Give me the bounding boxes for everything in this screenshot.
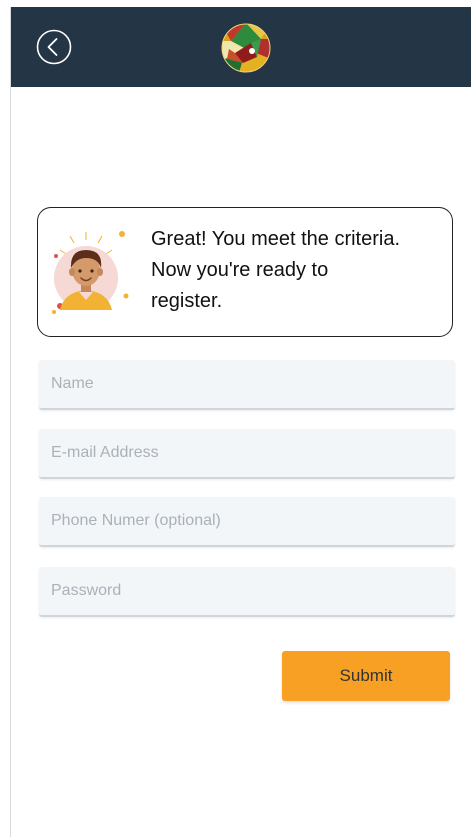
globe-logo-icon <box>221 23 271 73</box>
phone-input[interactable] <box>39 497 455 547</box>
email-input[interactable] <box>39 429 455 479</box>
eligibility-message-text: Great! You meet the criteria. Now you're… <box>151 224 451 317</box>
message-line-1: Great! You meet the criteria. <box>151 228 401 250</box>
password-input[interactable] <box>39 567 455 617</box>
header-bar <box>11 7 471 87</box>
submit-button[interactable]: Submit <box>282 651 450 701</box>
message-line-2: Now you're ready to <box>151 259 329 281</box>
message-line-3: register. <box>151 290 223 312</box>
name-input[interactable] <box>39 360 455 410</box>
smiling-person-avatar-icon <box>46 226 132 320</box>
back-arrow-icon[interactable] <box>36 29 72 65</box>
eligibility-message-card: Great! You meet the criteria. Now you're… <box>37 207 453 337</box>
app-frame: Great! You meet the criteria. Now you're… <box>10 7 471 837</box>
